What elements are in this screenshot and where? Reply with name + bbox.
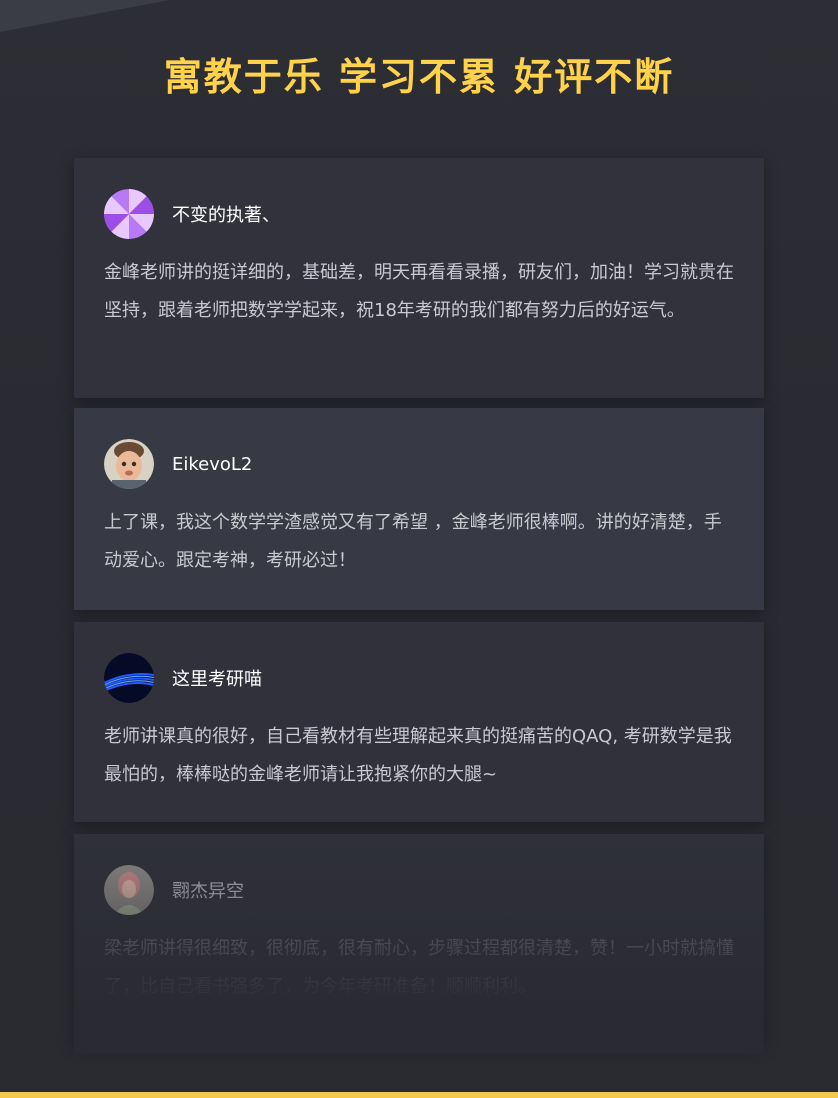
review-username: EikevoL2	[172, 453, 253, 475]
review-user: 翾杰异空	[104, 864, 244, 916]
review-card: 翾杰异空 梁老师讲得很细致，很彻底，很有耐心，步骤过程都很清楚，赞！一小时就搞懂…	[74, 834, 764, 1044]
review-comment: 金峰老师讲的挺详细的，基础差，明天再看看录播，研友们，加油！学习就贵在坚持，跟着…	[104, 262, 734, 321]
blue-lines-avatar	[104, 653, 154, 703]
review-comment: 上了课，我这个数学学渣感觉又有了希望 ，金峰老师很棒啊。讲的好清楚，手动爱心。跟…	[104, 512, 722, 571]
review-user: EikevoL2	[104, 438, 252, 490]
review-card: 不变的执著、 金峰老师讲的挺详细的，基础差，明天再看看录播，研友们，加油！学习就…	[74, 158, 764, 398]
review-card: EikevoL2 上了课，我这个数学学渣感觉又有了希望 ，金峰老师很棒啊。讲的好…	[74, 408, 764, 610]
review-username: 不变的执著、	[172, 205, 280, 226]
girl-photo-avatar	[104, 865, 154, 915]
bottom-accent-bar	[0, 1092, 838, 1098]
review-username: 翾杰异空	[172, 881, 244, 902]
review-comment: 老师讲课真的很好，自己看教材有些理解起来真的挺痛苦的QAQ, 考研数学是我最怕的…	[104, 726, 732, 785]
child-photo-avatar	[104, 439, 154, 489]
corner-decoration	[0, 0, 170, 32]
review-card: 这里考研喵 老师讲课真的很好，自己看教材有些理解起来真的挺痛苦的QAQ, 考研数…	[74, 622, 764, 822]
review-user: 这里考研喵	[104, 652, 262, 704]
review-username: 这里考研喵	[172, 669, 262, 690]
review-user: 不变的执著、	[104, 188, 280, 240]
page-title: 寓教于乐 学习不累 好评不断	[163, 55, 675, 99]
reviews-page: 寓教于乐 学习不累 好评不断 不变的执著、 金峰老师讲的挺详细的，基础差，明天再…	[0, 0, 838, 1098]
purple-pinwheel-avatar	[104, 189, 154, 239]
review-comment: 梁老师讲得很细致，很彻底，很有耐心，步骤过程都很清楚，赞！一小时就搞懂了，比自己…	[104, 938, 734, 997]
